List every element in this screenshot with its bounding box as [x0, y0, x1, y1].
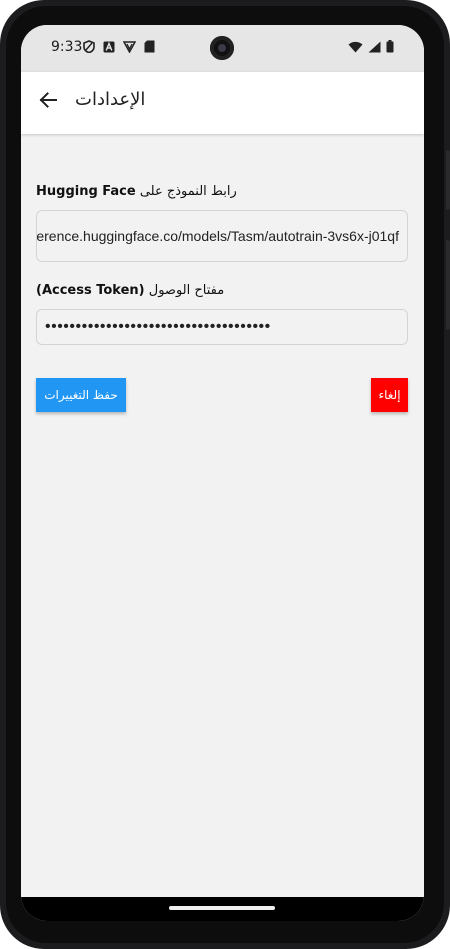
volume-button	[446, 150, 450, 210]
status-icons-left	[83, 40, 155, 53]
a-box-icon	[103, 41, 115, 53]
cancel-button[interactable]: إلغاء	[371, 378, 408, 412]
model-url-label-ar: رابط النموذج على	[139, 184, 237, 199]
arrow-left-icon	[39, 92, 57, 112]
model-url-label: Hugging Face رابط النموذج على	[36, 184, 408, 199]
triangle-v-icon	[123, 40, 136, 53]
navigation-bar	[21, 897, 424, 921]
signal-icon	[368, 41, 381, 53]
status-icons-right	[348, 40, 394, 53]
token-label-en: (Access Token)	[36, 283, 145, 298]
phone-frame: 9:33 الإعدادات Hugging Face رابط النموذج…	[0, 0, 450, 949]
power-button	[446, 240, 450, 330]
token-label-ar: مفتاح الوصول	[148, 283, 225, 298]
sd-card-icon	[144, 40, 155, 53]
page-title: الإعدادات	[75, 89, 146, 110]
access-token-input[interactable]: •••••••••••••••••••••••••••••••••••••	[36, 309, 408, 345]
status-time: 9:33	[51, 39, 83, 55]
shield-icon	[83, 40, 95, 53]
back-button[interactable]	[33, 87, 63, 117]
model-url-input[interactable]: https://api-inference.huggingface.co/mod…	[36, 210, 408, 262]
model-url-label-en: Hugging Face	[36, 184, 136, 199]
front-camera	[210, 36, 234, 60]
wifi-icon	[348, 41, 363, 53]
model-url-value: https://api-inference.huggingface.co/mod…	[36, 228, 399, 244]
status-bar: 9:33	[21, 25, 424, 72]
save-changes-button[interactable]: حفظ التغييرات	[36, 378, 126, 412]
screen: 9:33 الإعدادات Hugging Face رابط النموذج…	[21, 25, 424, 921]
access-token-value: •••••••••••••••••••••••••••••••••••••	[45, 318, 271, 335]
app-bar: الإعدادات	[21, 72, 424, 134]
home-gesture-pill[interactable]	[169, 906, 275, 910]
battery-icon	[386, 40, 394, 53]
token-label: (Access Token) مفتاح الوصول	[36, 283, 408, 298]
